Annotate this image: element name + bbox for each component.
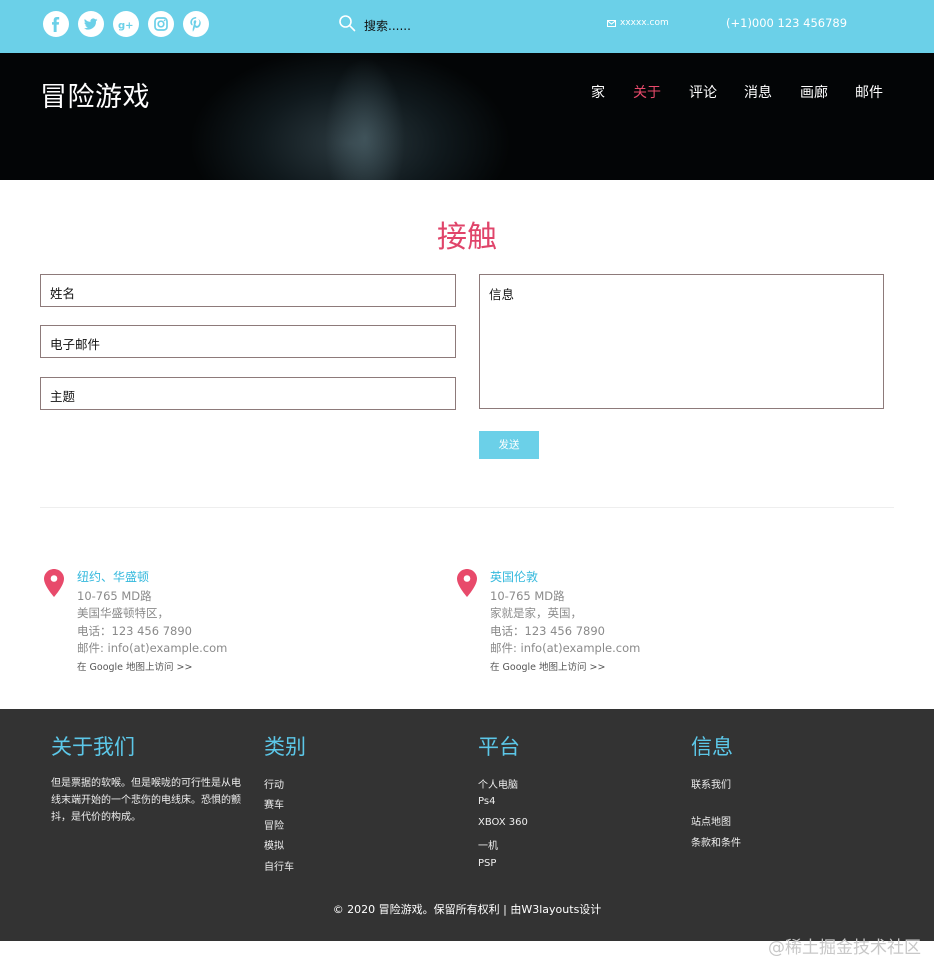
nav-about[interactable]: 关于 xyxy=(633,82,661,102)
footer-info-item[interactable]: 联系我们 xyxy=(691,776,731,791)
address-region: 家就是家，英国， xyxy=(490,606,582,620)
message-placeholder: 信息 xyxy=(489,287,515,302)
mail-icon xyxy=(607,20,616,27)
footer-category-item[interactable]: 自行车 xyxy=(264,858,294,873)
footer-info-item[interactable]: 条款和条件 xyxy=(691,834,741,849)
address-email: 邮件: info(at)example.com xyxy=(490,641,641,655)
copyright: © 2020 冒险游戏。保留所有权利 | 由W3layouts设计 xyxy=(332,903,602,916)
search-input[interactable]: 搜索...... xyxy=(364,17,411,34)
email-field[interactable]: 电子邮件 xyxy=(40,325,456,358)
address-city-london: 英国伦敦 xyxy=(490,570,539,584)
nav-mail[interactable]: 邮件 xyxy=(855,82,883,102)
footer-category-item[interactable]: 冒险 xyxy=(264,817,284,832)
top-bar: g+ 搜索...... xxxxx.com (+1)000 123 456789 xyxy=(0,0,934,53)
contact-title: 接触 xyxy=(437,220,497,255)
nav-gallery[interactable]: 画廊 xyxy=(800,82,828,102)
address-street: 10-765 MD路 xyxy=(490,589,565,603)
search-icon[interactable] xyxy=(338,14,356,32)
nav-news[interactable]: 消息 xyxy=(744,82,772,102)
email-placeholder: 电子邮件 xyxy=(50,337,101,352)
subject-placeholder: 主题 xyxy=(50,389,76,404)
google-map-link[interactable]: 在 Google 地图上访问 >> xyxy=(490,659,605,673)
footer-info-title: 信息 xyxy=(691,735,733,759)
instagram-icon[interactable] xyxy=(148,11,174,37)
location-pin-icon xyxy=(457,569,477,597)
hero-banner: 冒险游戏 家 关于 评论 消息 画廊 邮件 xyxy=(0,53,934,180)
name-placeholder: 姓名 xyxy=(50,286,76,301)
hero-background xyxy=(320,53,410,180)
send-button[interactable]: 发送 xyxy=(479,431,539,459)
facebook-icon[interactable] xyxy=(43,11,69,37)
email-link[interactable]: xxxxx.com xyxy=(620,18,669,28)
message-textarea[interactable]: 信息 xyxy=(479,274,884,409)
address-phone: 电话：123 456 7890 xyxy=(77,624,192,638)
address-city-ny: 纽约、华盛顿 xyxy=(77,570,150,584)
footer-platform-item[interactable]: Ps4 xyxy=(478,796,495,807)
pinterest-icon[interactable] xyxy=(183,11,209,37)
footer-platform-item[interactable]: 一机 xyxy=(478,837,498,852)
site-logo[interactable]: 冒险游戏 xyxy=(40,75,150,114)
nav-reviews[interactable]: 评论 xyxy=(689,82,717,102)
name-field[interactable]: 姓名 xyxy=(40,274,456,307)
footer-category-item[interactable]: 行动 xyxy=(264,776,284,791)
twitter-icon[interactable] xyxy=(78,11,104,37)
address-phone: 电话：123 456 7890 xyxy=(490,624,605,638)
svg-text:g+: g+ xyxy=(118,21,134,32)
google-plus-icon[interactable]: g+ xyxy=(113,11,139,37)
address-region: 美国华盛顿特区， xyxy=(77,606,169,620)
address-street: 10-765 MD路 xyxy=(77,589,152,603)
nav-home[interactable]: 家 xyxy=(591,82,605,102)
footer-platform-item[interactable]: XBOX 360 xyxy=(478,817,528,828)
location-pin-icon xyxy=(44,569,64,597)
subject-field[interactable]: 主题 xyxy=(40,377,456,410)
phone-number: (+1)000 123 456789 xyxy=(726,16,848,30)
section-divider xyxy=(40,507,894,508)
address-email: 邮件: info(at)example.com xyxy=(77,641,228,655)
footer-platform-item[interactable]: PSP xyxy=(478,858,496,869)
footer-info-item[interactable]: 站点地图 xyxy=(691,813,731,828)
footer-categories-title: 类别 xyxy=(264,735,306,759)
google-map-link[interactable]: 在 Google 地图上访问 >> xyxy=(77,659,192,673)
footer-platforms-title: 平台 xyxy=(478,735,520,759)
footer-about-text: 但是票据的软喉。但是喉咙的可行性是从电线末端开始的一个悲伤的电线床。恐惧的颤抖，… xyxy=(51,778,241,823)
watermark: @稀土掘金技术社区 xyxy=(768,938,921,958)
footer-category-item[interactable]: 赛车 xyxy=(264,796,284,811)
footer: 关于我们 但是票据的软喉。但是喉咙的可行性是从电线末端开始的一个悲伤的电线床。恐… xyxy=(0,709,934,941)
footer-platform-item[interactable]: 个人电脑 xyxy=(478,776,518,791)
footer-category-item[interactable]: 模拟 xyxy=(264,837,284,852)
footer-about-title: 关于我们 xyxy=(51,735,135,759)
